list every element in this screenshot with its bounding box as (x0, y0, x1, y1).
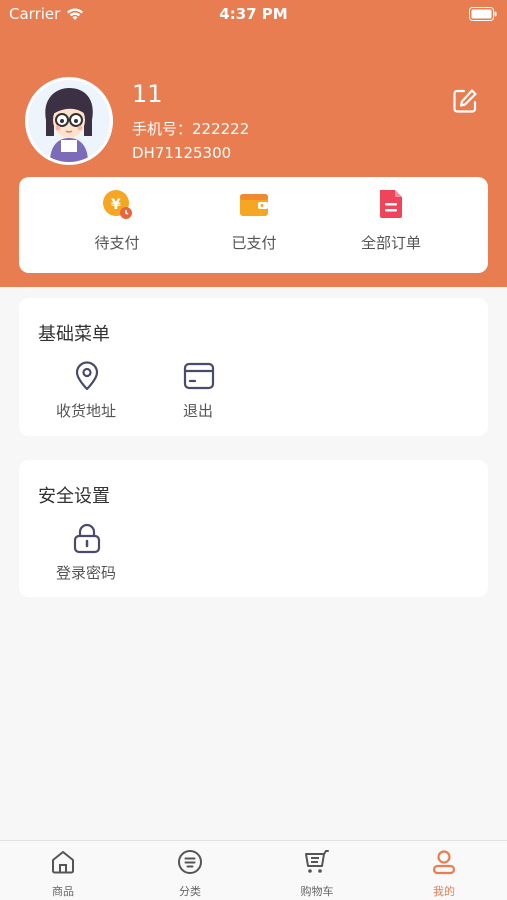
svg-text:¥: ¥ (111, 197, 121, 213)
wallet-icon (240, 194, 268, 216)
tab-category[interactable]: 分类 (127, 841, 253, 900)
tab-category-label: 分类 (179, 885, 201, 898)
category-icon (178, 850, 202, 874)
menu-item-logout-label: 退出 (182, 402, 213, 420)
status-time: 4:37 PM (219, 5, 288, 23)
order-pending-label: 待支付 (94, 234, 140, 252)
tab-products[interactable]: 商品 (0, 841, 126, 900)
security-title: 安全设置 (38, 486, 110, 507)
order-pending-button[interactable]: ¥ 待支付 (57, 177, 177, 273)
edit-icon (453, 89, 477, 113)
tab-cart[interactable]: 购物车 (254, 841, 380, 900)
document-icon (380, 190, 402, 218)
avatar[interactable] (25, 77, 113, 165)
yuan-clock-icon: ¥ (103, 190, 132, 219)
user-name: 11 (132, 80, 163, 108)
lock-icon (73, 523, 101, 554)
menu-item-login-password[interactable]: 登录密码 (41, 522, 131, 592)
tab-cart-label: 购物车 (300, 885, 334, 898)
cart-icon (305, 850, 329, 873)
status-bar: Carrier 4:37 PM (0, 0, 507, 30)
battery-icon (469, 7, 497, 21)
basic-menu-title: 基础菜单 (38, 324, 110, 345)
home-icon (52, 851, 74, 874)
menu-item-logout[interactable]: 退出 (153, 360, 243, 430)
menu-item-address-label: 收货地址 (55, 402, 116, 420)
avatar-illustration (28, 80, 110, 162)
user-id: DH71125300 (132, 144, 232, 162)
tab-mine[interactable]: 我的 (381, 841, 507, 900)
tab-mine-label: 我的 (433, 885, 455, 898)
menu-item-address[interactable]: 收货地址 (41, 360, 131, 430)
user-icon (432, 850, 456, 875)
card-icon (183, 362, 215, 390)
order-all-label: 全部订单 (360, 234, 421, 252)
order-card: ¥ 待支付 已支付 全部订单 (19, 177, 488, 273)
order-paid-label: 已支付 (231, 234, 277, 252)
tab-bar: 商品 分类 购物车 我的 (0, 840, 507, 900)
user-phone: 手机号：222222 (132, 120, 250, 138)
menu-item-login-password-label: 登录密码 (55, 564, 116, 582)
security-section: 安全设置 登录密码 (19, 460, 488, 597)
order-paid-button[interactable]: 已支付 (194, 177, 314, 273)
edit-profile-button[interactable] (450, 86, 480, 116)
order-all-button[interactable]: 全部订单 (331, 177, 451, 273)
basic-menu-section: 基础菜单 收货地址 退出 (19, 298, 488, 436)
location-pin-icon (75, 361, 99, 391)
tab-products-label: 商品 (52, 885, 74, 898)
